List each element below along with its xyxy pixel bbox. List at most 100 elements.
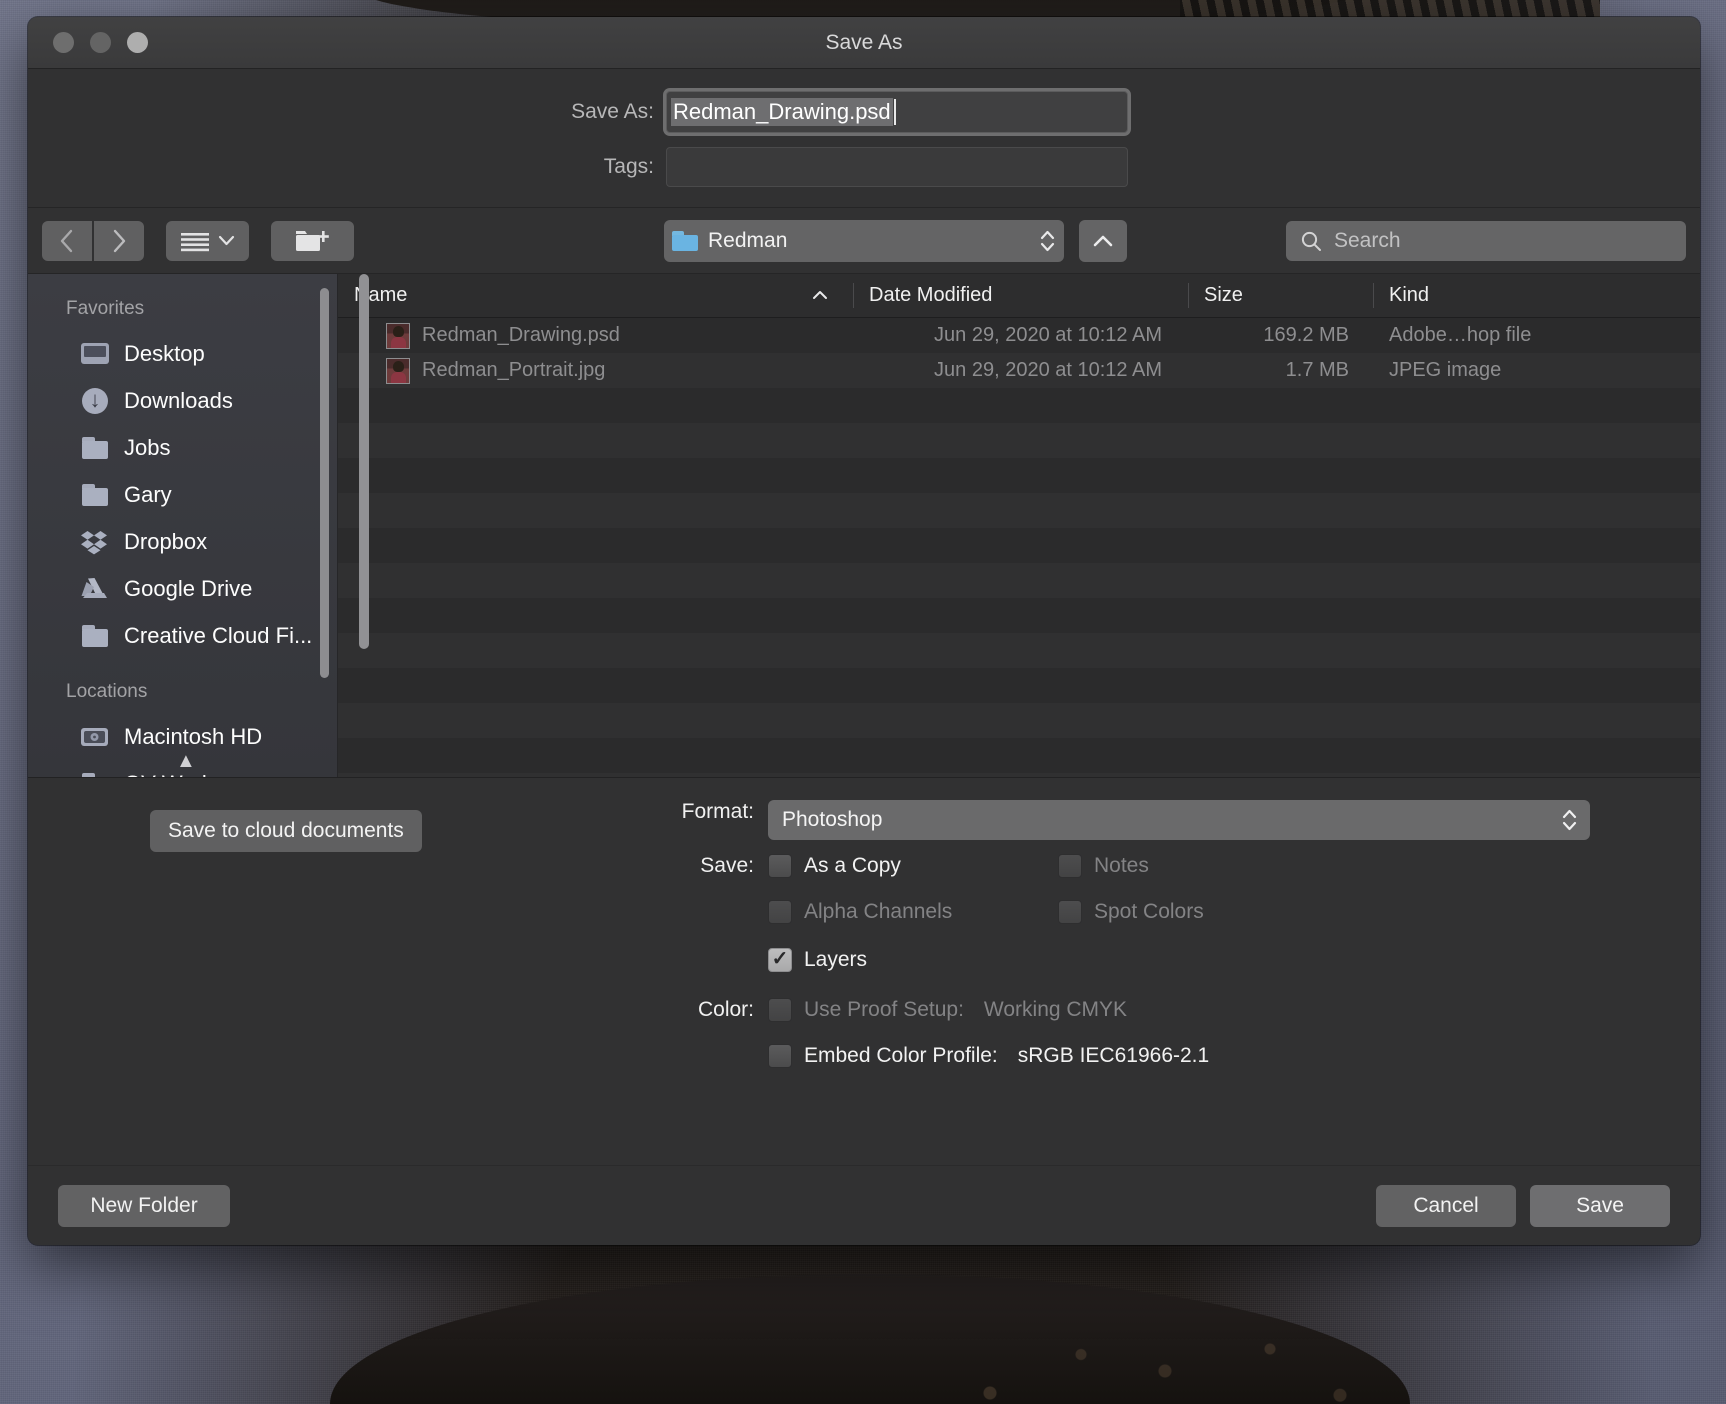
- column-header-name[interactable]: Name: [338, 274, 853, 317]
- desktop-icon: [80, 341, 110, 367]
- file-list: Name Date Modified Size Kind Redman_Draw…: [338, 274, 1700, 777]
- checkbox-box[interactable]: [1058, 900, 1082, 924]
- save-as-row: Save As: Redman_Drawing.psd: [28, 91, 1700, 133]
- column-header-kind[interactable]: Kind: [1373, 274, 1700, 317]
- save-options-panel: Save to cloud documents Format: Photosho…: [28, 777, 1700, 1165]
- file-kind: JPEG image: [1389, 359, 1502, 381]
- sidebar-scroll-down-icon[interactable]: ▲: [176, 750, 196, 773]
- folder-icon: [80, 435, 110, 461]
- caret-up-icon: [811, 287, 829, 305]
- file-list-scrollbar[interactable]: [359, 274, 369, 649]
- current-folder-label: Redman: [708, 228, 788, 252]
- search-input[interactable]: Search: [1286, 220, 1686, 261]
- save-as-dialog: Save As Save As: Redman_Drawing.psd Tags…: [28, 17, 1700, 1245]
- save-checkbox-row-2: Alpha Channels Spot Colors: [768, 900, 1204, 924]
- table-row[interactable]: Redman_Portrait.jpg Jun 29, 2020 at 10:1…: [338, 353, 1700, 388]
- sidebar-item-creative-cloud-files[interactable]: Creative Cloud Fi...: [28, 612, 338, 659]
- new-folder-button[interactable]: New Folder: [58, 1184, 230, 1227]
- file-kind: Adobe…hop file: [1389, 324, 1532, 346]
- file-date: Jun 29, 2020 at 10:12 AM: [934, 359, 1162, 381]
- chevron-up-icon: [1093, 235, 1113, 246]
- checkbox-box[interactable]: [768, 998, 792, 1022]
- checkbox-label: Alpha Channels: [804, 900, 953, 923]
- view-options-button[interactable]: [166, 220, 249, 261]
- column-header-size[interactable]: Size: [1188, 274, 1373, 317]
- navigation-toolbar: Redman Search: [28, 208, 1700, 274]
- table-row-empty: [338, 493, 1700, 528]
- forward-button[interactable]: [94, 220, 144, 261]
- checkbox-box[interactable]: [768, 854, 792, 878]
- filename-value: Redman_Drawing.psd: [671, 98, 893, 126]
- save-as-label: Save As:: [571, 100, 654, 123]
- select-stepper-icon: [1561, 809, 1578, 831]
- file-name: Redman_Portrait.jpg: [422, 359, 606, 381]
- back-button[interactable]: [42, 220, 92, 261]
- chevron-down-icon: [218, 235, 235, 246]
- checkbox-as-a-copy[interactable]: As a Copy: [768, 854, 1058, 878]
- sidebar-section-favorites-header: Favorites: [66, 298, 145, 319]
- chevron-left-icon: [60, 229, 73, 252]
- sidebar-item-label: Google Drive: [124, 575, 253, 601]
- go-up-button[interactable]: [1079, 219, 1127, 262]
- dropbox-icon: [80, 529, 110, 555]
- name-form: Save As: Redman_Drawing.psd Tags:: [28, 69, 1700, 208]
- checkbox-layers[interactable]: Layers: [768, 946, 1058, 972]
- checkbox-alpha-channels[interactable]: Alpha Channels: [768, 900, 1058, 924]
- color-options-row-2: Embed Color Profile: sRGB IEC61966-2.1: [28, 1044, 1700, 1068]
- new-folder-icon: [295, 230, 329, 251]
- table-row-empty: [338, 703, 1700, 738]
- checkbox-box[interactable]: [768, 1044, 792, 1068]
- options-grid: Format: Photoshop Save: As a Copy Notes …: [28, 800, 1700, 1078]
- sidebar-item-jobs[interactable]: Jobs: [28, 424, 338, 471]
- current-folder-popup[interactable]: Redman: [664, 219, 1064, 262]
- sidebar-item-downloads[interactable]: Downloads: [28, 377, 338, 424]
- format-value: Photoshop: [782, 808, 883, 831]
- checkbox-label: Layers: [804, 948, 868, 971]
- search-placeholder: Search: [1334, 228, 1401, 252]
- search-icon: [1301, 231, 1321, 251]
- table-row-empty: [338, 668, 1700, 703]
- proof-setup-value: Working CMYK: [983, 998, 1128, 1021]
- checkbox-embed-color-profile[interactable]: Embed Color Profile: sRGB IEC61966-2.1: [768, 1044, 1209, 1068]
- sidebar-item-google-drive[interactable]: Google Drive: [28, 565, 338, 612]
- checkbox-label: Embed Color Profile:: [804, 1044, 998, 1067]
- checkbox-label: As a Copy: [804, 854, 901, 877]
- color-checkbox-row-2: Embed Color Profile: sRGB IEC61966-2.1: [768, 1044, 1209, 1068]
- checkbox-box[interactable]: [1058, 854, 1082, 878]
- file-name-cell: Redman_Drawing.psd: [338, 322, 853, 349]
- sidebar-item-dropbox[interactable]: Dropbox: [28, 518, 338, 565]
- sidebar-item-label: Jobs: [124, 434, 171, 460]
- checkbox-use-proof-setup[interactable]: Use Proof Setup: Working CMYK: [768, 998, 1127, 1022]
- checkbox-label: Notes: [1094, 854, 1149, 877]
- checkbox-spot-colors[interactable]: Spot Colors: [1058, 900, 1204, 924]
- folder-icon: [672, 230, 698, 251]
- file-thumbnail-icon: [386, 322, 410, 349]
- format-select[interactable]: Photoshop: [768, 800, 1590, 840]
- sidebar-item-desktop[interactable]: Desktop: [28, 330, 338, 377]
- sidebar-item-gary[interactable]: Gary: [28, 471, 338, 518]
- file-size: 1.7 MB: [1285, 359, 1349, 381]
- table-row-empty: [338, 423, 1700, 458]
- google-drive-icon: [80, 576, 110, 602]
- save-button[interactable]: Save: [1530, 1184, 1670, 1227]
- checkbox-notes[interactable]: Notes: [1058, 854, 1149, 878]
- sidebar-scrollbar[interactable]: [320, 288, 329, 678]
- column-header-date-modified[interactable]: Date Modified: [853, 274, 1188, 317]
- table-row-empty: [338, 598, 1700, 633]
- table-row[interactable]: Redman_Drawing.psd Jun 29, 2020 at 10:12…: [338, 318, 1700, 353]
- file-name: Redman_Drawing.psd: [422, 324, 620, 346]
- nav-button-group: [42, 220, 144, 261]
- cancel-button[interactable]: Cancel: [1376, 1184, 1516, 1227]
- tags-label: Tags:: [603, 155, 654, 178]
- table-row-empty: [338, 633, 1700, 668]
- folder-icon: [80, 482, 110, 508]
- save-options-row-1: Save: As a Copy Notes: [28, 854, 1700, 878]
- checkbox-box[interactable]: [768, 900, 792, 924]
- save-label: Save:: [700, 854, 754, 877]
- new-folder-button[interactable]: [271, 220, 354, 261]
- checkbox-label: Use Proof Setup:: [804, 998, 964, 1021]
- tags-input[interactable]: [666, 147, 1128, 187]
- popup-stepper-icon: [1039, 230, 1056, 252]
- checkbox-box[interactable]: [768, 946, 792, 972]
- filename-input[interactable]: Redman_Drawing.psd: [666, 91, 1128, 133]
